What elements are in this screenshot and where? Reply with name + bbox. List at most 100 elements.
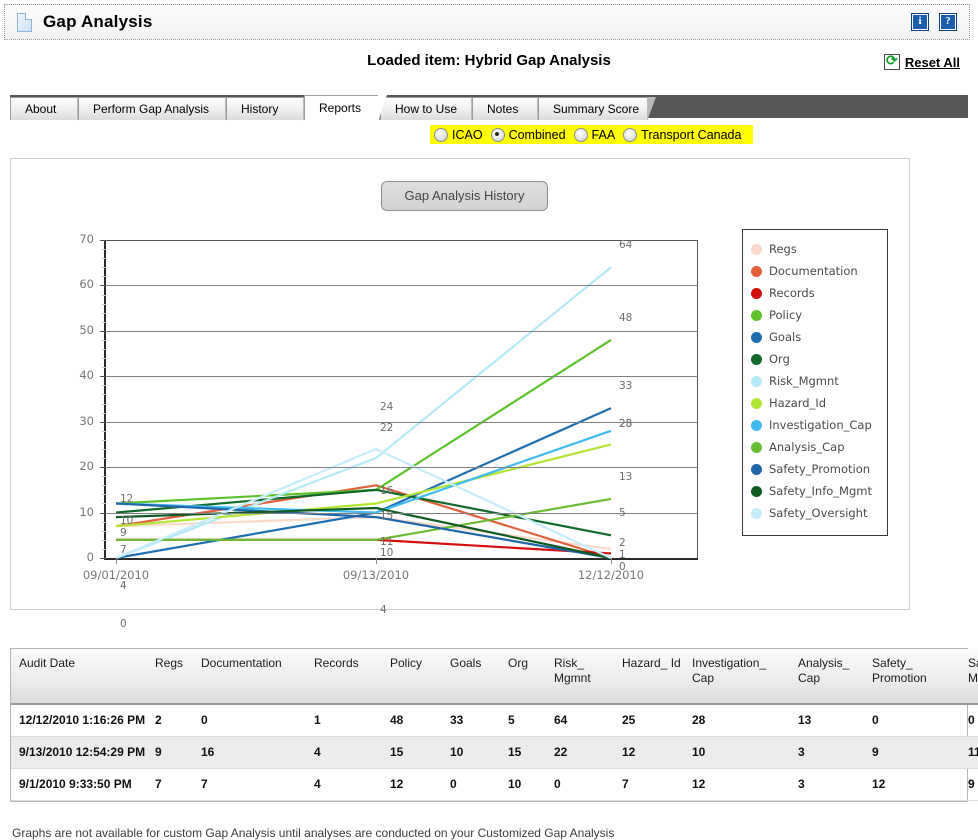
table-cell-value: 7 [614, 769, 684, 801]
data-point-label: 9 [120, 527, 127, 539]
y-axis-minor-tick [102, 267, 106, 268]
tab-perform-gap-analysis[interactable]: Perform Gap Analysis [78, 97, 226, 120]
legend-item: Safety_Promotion [751, 458, 887, 480]
legend-label: Safety_Promotion [769, 462, 870, 476]
y-axis-minor-tick [102, 458, 106, 459]
y-axis-label: 40 [54, 368, 94, 382]
chart-title-button[interactable]: Gap Analysis History [381, 181, 548, 211]
y-axis-tick [100, 331, 106, 332]
tab-label: How to Use [395, 102, 457, 116]
table-cell-audit-date: 12/12/2010 1:16:26 PM [11, 704, 147, 737]
grid-line [106, 422, 698, 423]
y-axis-minor-tick [102, 385, 106, 386]
table-header-risk-mgmnt[interactable]: Risk_ Mgmnt [546, 649, 614, 704]
table-header-documentation[interactable]: Documentation [193, 649, 306, 704]
legend-label: Regs [769, 242, 797, 256]
tab-how-to-use[interactable]: How to Use [380, 97, 472, 120]
radio-option-label: ICAO [452, 128, 483, 142]
table-cell-value: 7 [147, 769, 193, 801]
standard-selector-radio-group[interactable]: ICAO Combined FAA Transport Canada [430, 125, 753, 144]
radio-option-transport-canada[interactable]: Transport Canada [623, 128, 741, 142]
tab-about[interactable]: About [10, 97, 78, 120]
table-header-audit-date[interactable]: Audit Date [11, 649, 147, 704]
table-header-records[interactable]: Records [306, 649, 382, 704]
y-axis-minor-tick [102, 349, 106, 350]
table-cell-value: 4 [306, 769, 382, 801]
y-axis-minor-tick [102, 440, 106, 441]
info-icon[interactable]: i [911, 13, 929, 31]
legend-item: Analysis_Cap [751, 436, 887, 458]
help-icon[interactable]: ? [939, 13, 957, 31]
table-cell-value: 0 [442, 769, 500, 801]
table-cell-value: 11 [960, 737, 978, 769]
y-axis-minor-tick [102, 322, 106, 323]
table-header-analysis-cap[interactable]: Analysis_ Cap [790, 649, 864, 704]
table-header-goals[interactable]: Goals [442, 649, 500, 704]
radio-option-label: Transport Canada [641, 128, 741, 142]
tab-list: AboutPerform Gap AnalysisHistoryReports H… [10, 95, 648, 120]
reset-all-button[interactable]: Reset All [884, 54, 960, 70]
table-header-org[interactable]: Org [500, 649, 546, 704]
table-header-safety-promotion[interactable]: Safety_ Promotion [864, 649, 960, 704]
table-cell-value: 13 [790, 704, 864, 737]
table-header-safety-info-mgmt[interactable]: Safety_ Info_ Mgmt [960, 649, 978, 704]
data-point-label: 4 [120, 580, 127, 592]
table-row[interactable]: 9/1/2010 9:33:50 PM77412010071231290 [11, 769, 978, 801]
loaded-item-row: Loaded item: Hybrid Gap Analysis Reset A… [0, 52, 978, 82]
tab-history[interactable]: History [226, 97, 304, 120]
radio-button-icon[interactable] [434, 128, 448, 142]
reset-all-label[interactable]: Reset All [905, 55, 960, 70]
y-axis-minor-tick [102, 313, 106, 314]
table-cell-value: 12 [684, 769, 790, 801]
table-cell-value: 10 [684, 737, 790, 769]
legend-item: Org [751, 348, 887, 370]
y-axis-label: 0 [54, 550, 94, 564]
data-point-label: 25 [619, 418, 632, 430]
y-axis-minor-tick [102, 522, 106, 523]
table-cell-value: 9 [864, 737, 960, 769]
y-axis-minor-tick [102, 295, 106, 296]
legend-item: Hazard_Id [751, 392, 887, 414]
radio-option-faa[interactable]: FAA [574, 128, 616, 142]
tab-summary-score[interactable]: Summary Score [538, 97, 648, 120]
legend-item: Regs [751, 238, 887, 260]
legend-label: Analysis_Cap [769, 440, 845, 454]
radio-option-icao[interactable]: ICAO [434, 128, 483, 142]
radio-button-icon[interactable] [491, 128, 505, 142]
y-axis-minor-tick [102, 358, 106, 359]
tab-reports[interactable]: Reports [304, 95, 380, 120]
table-row[interactable]: 12/12/2010 1:16:26 PM2014833564252813000 [11, 704, 978, 737]
page-title: Gap Analysis [43, 12, 152, 32]
y-axis-minor-tick [102, 549, 106, 550]
data-point-label: 4 [380, 604, 387, 616]
table-header-hazard-id[interactable]: Hazard_ Id [614, 649, 684, 704]
table-cell-value: 0 [864, 704, 960, 737]
table-cell-value: 28 [684, 704, 790, 737]
legend-swatch-icon [751, 486, 762, 497]
table-cell-value: 12 [614, 737, 684, 769]
legend-swatch-icon [751, 310, 762, 321]
document-icon [17, 13, 33, 32]
grid-line [106, 285, 698, 286]
legend-item: Documentation [751, 260, 887, 282]
table-header-policy[interactable]: Policy [382, 649, 442, 704]
table-header-investigation-cap[interactable]: Investigation_ Cap [684, 649, 790, 704]
data-point-label: 48 [619, 312, 632, 324]
table-cell-value: 2 [147, 704, 193, 737]
y-axis-label: 60 [54, 277, 94, 291]
x-axis-label: 12/12/2010 [551, 568, 671, 582]
titlebar-icon-group: i ? [911, 13, 957, 31]
tab-notes[interactable]: Notes [472, 97, 538, 120]
y-axis-tick [100, 467, 106, 468]
radio-option-combined[interactable]: Combined [491, 128, 566, 142]
table-header-regs[interactable]: Regs [147, 649, 193, 704]
table-header-row: Audit DateRegsDocumentationRecordsPolicy… [11, 649, 978, 704]
legend-item: Safety_Oversight [751, 502, 887, 524]
data-point-label: 16 [380, 485, 393, 497]
radio-button-icon[interactable] [574, 128, 588, 142]
table-row[interactable]: 9/13/2010 12:54:29 PM9164151015221210391… [11, 737, 978, 769]
radio-button-icon[interactable] [623, 128, 637, 142]
legend-swatch-icon [751, 442, 762, 453]
x-axis-label: 09/01/2010 [56, 568, 176, 582]
y-axis-tick [100, 376, 106, 377]
